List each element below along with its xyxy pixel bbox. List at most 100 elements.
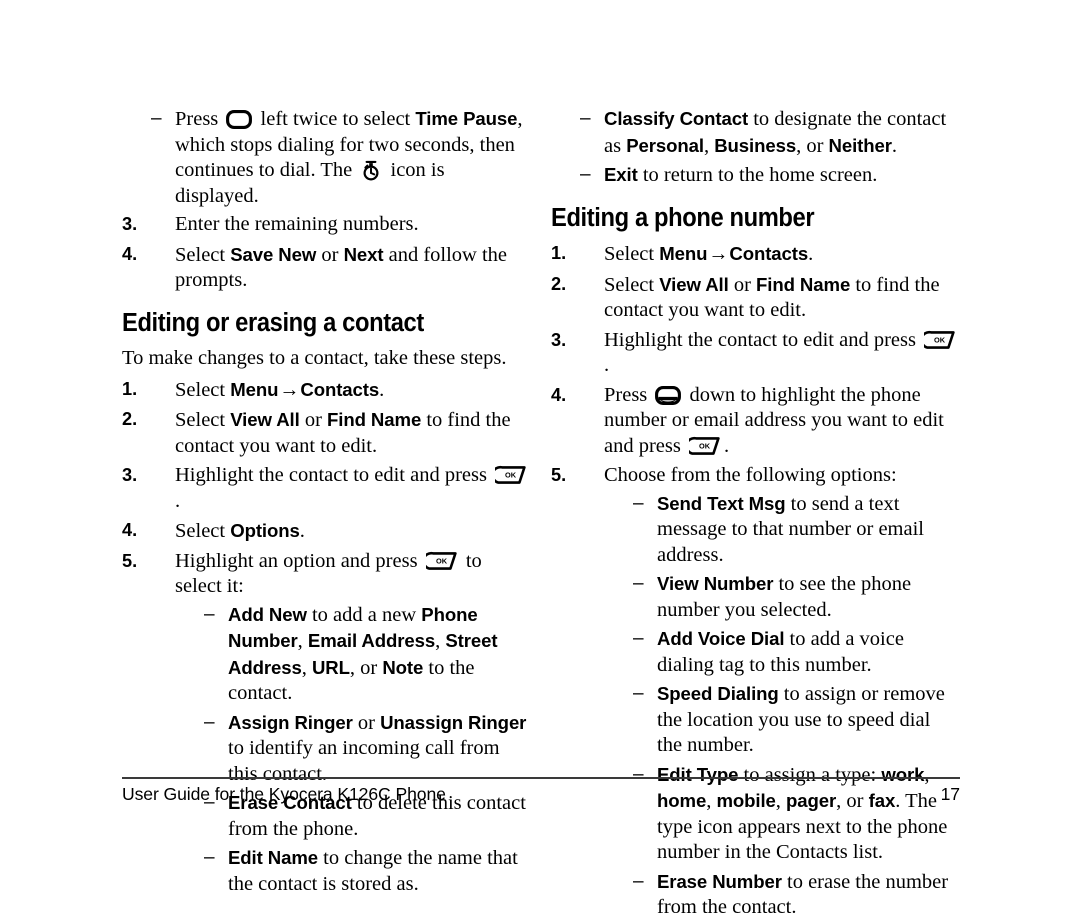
- term-add-new: Add New: [228, 603, 307, 625]
- text-run: to add a new: [306, 603, 422, 626]
- term-erase-number: Erase Number: [657, 870, 782, 892]
- term-send-text-msg: Send Text Msg: [657, 492, 786, 514]
- svg-text:OK: OK: [436, 556, 448, 565]
- list-item: – Press left twice to select Time Pause,…: [122, 106, 531, 209]
- text-run: or: [316, 243, 344, 266]
- text-run: or: [352, 711, 381, 734]
- document-page: – Press left twice to select Time Pause,…: [0, 0, 1080, 918]
- term-next: Next: [343, 243, 384, 265]
- svg-text:OK: OK: [505, 471, 517, 480]
- text-run: Press: [604, 383, 653, 406]
- dash-bullet: –: [580, 164, 591, 185]
- text-run: .: [175, 489, 181, 512]
- option-text: Add Voice Dial to add a voice dialing ta…: [657, 628, 904, 676]
- term-save-new: Save New: [230, 243, 317, 265]
- text-run: left twice to select: [255, 108, 416, 130]
- term-options: Options: [230, 520, 300, 541]
- editing-phone-number-steps-list: 1. Select Menu→Contacts. 2. Select View …: [551, 241, 960, 921]
- term-exit: Exit: [604, 164, 638, 185]
- text-run: .: [604, 354, 610, 376]
- text-run: Highlight an option and press: [175, 549, 423, 572]
- continued-bullet-list: – Press left twice to select Time Pause,…: [122, 106, 531, 209]
- list-item: 3. Highlight the contact to edit and pre…: [551, 328, 960, 379]
- steps-continued-list: 3. Enter the remaining numbers. 4. Selec…: [122, 212, 531, 294]
- step-text: Select Save New or Next and follow the p…: [175, 244, 507, 292]
- list-item: 4. Select Options.: [122, 518, 531, 545]
- text-run: or: [728, 273, 757, 296]
- dash-bullet: –: [633, 492, 644, 514]
- term-note: Note: [382, 656, 424, 678]
- dash-bullet: –: [633, 683, 644, 704]
- step-text: Highlight an option and press OK to sele…: [175, 550, 482, 598]
- option-text: Assign Ringer or Unassign Ringer to iden…: [228, 712, 526, 785]
- option-text: Speed Dialing to assign or remove the lo…: [657, 683, 945, 756]
- step-text: Choose from the following options:: [604, 464, 897, 486]
- term-neither: Neither: [828, 134, 892, 156]
- arrow-icon: →: [279, 378, 300, 401]
- text-run: .: [808, 243, 814, 265]
- navigation-key-icon: [226, 110, 253, 129]
- step-number: 4.: [122, 243, 138, 264]
- term-url: URL: [311, 656, 350, 678]
- step-number: 2.: [551, 273, 567, 294]
- term-menu: Menu: [659, 243, 708, 264]
- term-business: Business: [714, 134, 797, 156]
- term-time-pause: Time Pause: [415, 108, 518, 129]
- two-column-body: – Press left twice to select Time Pause,…: [122, 106, 960, 918]
- list-item: 1. Select Menu→Contacts.: [122, 377, 531, 404]
- text-run: Highlight the contact to edit and press: [604, 328, 922, 351]
- step-text: Select View All or Find Name to find the…: [604, 274, 940, 322]
- footer-divider: [122, 777, 960, 779]
- text-run: , or: [796, 134, 829, 157]
- section-intro: To make changes to a contact, take these…: [122, 347, 507, 369]
- term-view-all: View All: [659, 273, 729, 295]
- list-item: – Assign Ringer or Unassign Ringer to id…: [175, 710, 531, 788]
- heading-editing-a-phone-number-block: Editing a phone number: [551, 205, 960, 232]
- step-number: 3.: [122, 214, 138, 234]
- list-item: 4. Select Save New or Next and follow th…: [122, 242, 531, 294]
- step-number: 2.: [122, 409, 138, 429]
- term-edit-name: Edit Name: [228, 847, 319, 868]
- option-text: View Number to see the phone number you …: [657, 573, 911, 621]
- step-number: 5.: [122, 550, 138, 571]
- option-text: Erase Number to erase the number from th…: [657, 871, 948, 919]
- term-contacts: Contacts: [729, 243, 809, 264]
- text-run: ,: [297, 630, 308, 652]
- text-run: ,: [301, 656, 312, 679]
- term-view-all: View All: [230, 409, 300, 430]
- right-column: – Classify Contact to designate the cont…: [551, 106, 960, 918]
- list-item: – Edit Name to change the name that the …: [175, 845, 531, 897]
- list-item: – Classify Contact to designate the cont…: [551, 106, 960, 159]
- text-run: Press: [175, 108, 224, 130]
- term-personal: Personal: [626, 134, 704, 156]
- section-heading: Editing or erasing a contact: [122, 308, 424, 337]
- step-text: Highlight the contact to edit and press …: [175, 464, 530, 512]
- page-footer: User Guide for the Kyocera K126C Phone 1…: [122, 784, 960, 805]
- text-run: .: [723, 434, 730, 457]
- list-item: 5. Highlight an option and press OK to s…: [122, 549, 531, 898]
- navigation-key-down-icon: [655, 385, 682, 405]
- step-number: 1.: [122, 378, 138, 399]
- dash-bullet: –: [151, 108, 162, 129]
- list-item: 1. Select Menu→Contacts.: [551, 241, 960, 268]
- text-run: Select: [175, 243, 231, 266]
- timer-icon: [360, 160, 382, 181]
- text-run: , or: [349, 656, 383, 679]
- step-number: 3.: [551, 329, 567, 350]
- footer-title: User Guide for the Kyocera K126C Phone: [122, 784, 446, 804]
- page-number: 17: [940, 784, 960, 804]
- term-edit-type: Edit Type: [657, 763, 739, 785]
- dash-bullet: –: [204, 711, 215, 733]
- list-item: – Exit to return to the home screen.: [551, 162, 960, 189]
- svg-text:OK: OK: [699, 441, 711, 450]
- step-number: 3.: [122, 465, 138, 485]
- option-text: Edit Name to change the name that the co…: [228, 847, 518, 895]
- phone-number-options-list: – Send Text Msg to send a text message t…: [604, 491, 960, 921]
- contact-options-continued-list: – Classify Contact to designate the cont…: [551, 106, 960, 189]
- step-text: Enter the remaining numbers.: [175, 213, 419, 235]
- text-run: ,: [435, 630, 446, 652]
- svg-text:OK: OK: [934, 335, 946, 344]
- list-item: – Send Text Msg to send a text message t…: [604, 491, 960, 569]
- text-run: ,: [924, 763, 930, 786]
- text-run: Select: [604, 273, 660, 296]
